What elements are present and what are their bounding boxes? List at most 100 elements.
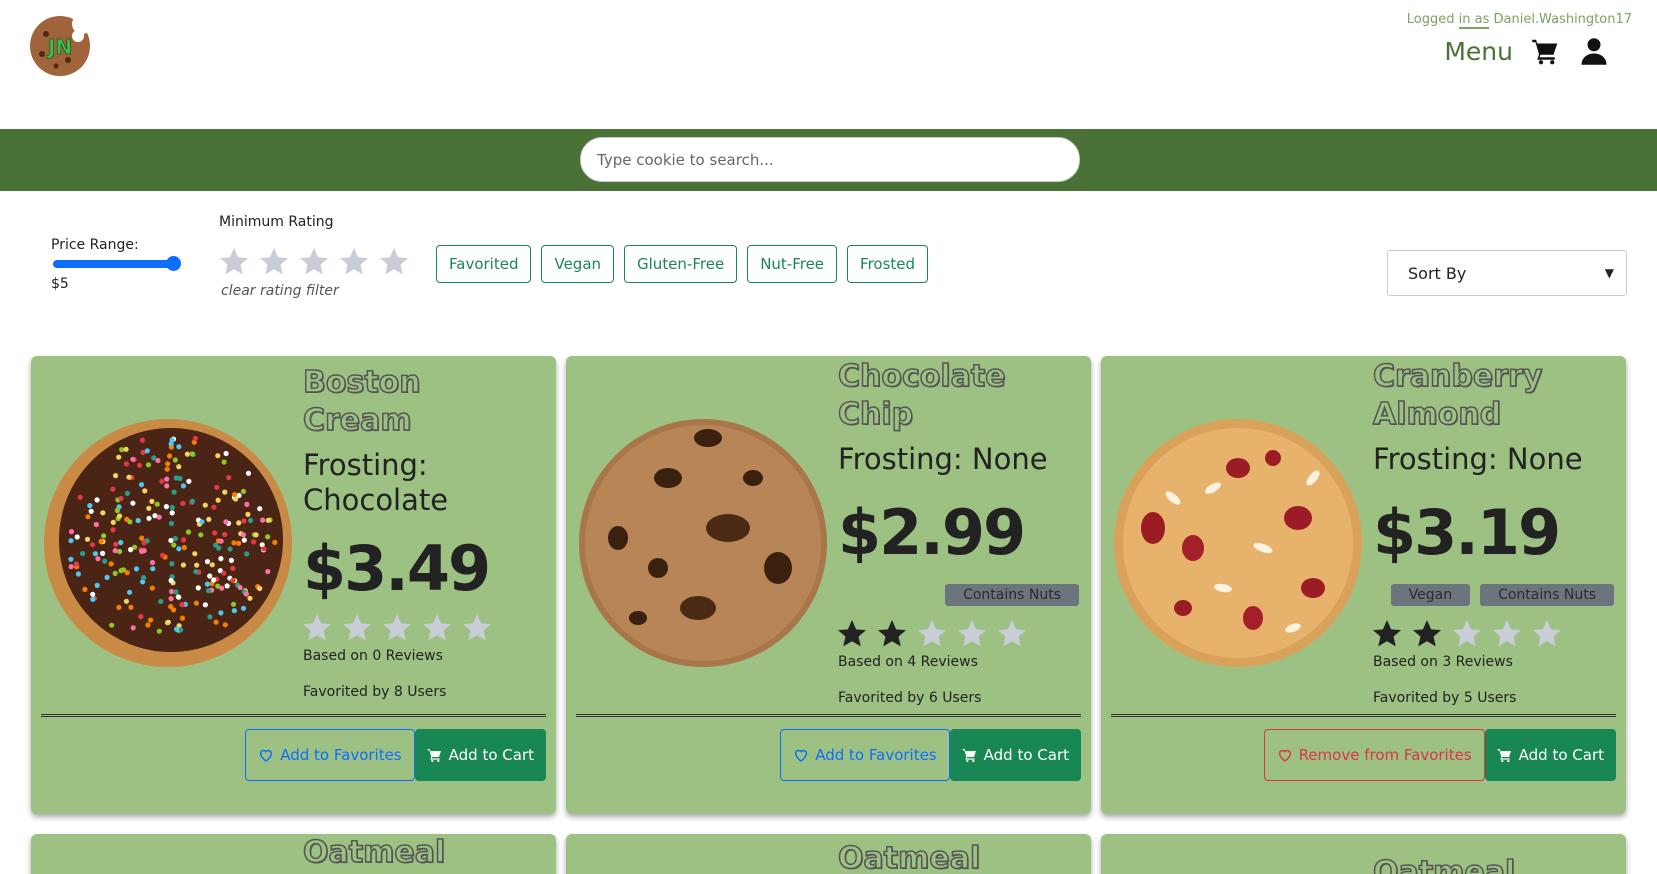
rating-filter-star-icon[interactable] [338, 246, 370, 278]
product-name-line2: Chip [837, 396, 914, 433]
star-empty-icon [1493, 620, 1521, 647]
add-to-favorites-label: Add to Favorites [815, 746, 937, 764]
product-name-line2: Cream [302, 402, 412, 439]
logged-in-user: Daniel.Washington17 [1489, 12, 1632, 27]
product-frosting: Frosting: Chocolate [303, 448, 449, 517]
product-name: Boston Cream [302, 364, 553, 440]
rating-filter-star-icon[interactable] [258, 246, 290, 278]
product-favorited-count: Favorited by 8 Users [303, 684, 447, 700]
price-range-value: $5 [51, 276, 69, 292]
tag-contains-nuts: Contains Nuts [1480, 584, 1614, 606]
chip-nut-free[interactable]: Nut-Free [747, 245, 838, 283]
user-icon[interactable] [1579, 36, 1609, 66]
cart-plus-icon [427, 749, 441, 763]
site-logo[interactable]: JN [28, 14, 92, 78]
add-to-favorites-button[interactable]: Add to Favorites [245, 729, 415, 781]
star-empty-icon [383, 614, 411, 641]
minimum-rating-label: Minimum Rating [219, 214, 334, 230]
star-empty-icon [1533, 620, 1561, 647]
product-name-line2: Almond [1372, 396, 1502, 433]
heart-icon [795, 749, 808, 762]
cranberry-almond-cookie-image [1114, 419, 1362, 667]
product-rating-stars [1371, 618, 1563, 650]
cart-icon[interactable] [1531, 36, 1561, 66]
remove-from-favorites-label: Remove from Favorites [1298, 746, 1472, 764]
product-favorited-count: Favorited by 5 Users [1373, 690, 1517, 706]
star-empty-icon [998, 620, 1026, 647]
logged-in-status: Logged in as Daniel.Washington17 [1406, 12, 1632, 29]
card-divider [576, 714, 1081, 717]
search-bar [0, 129, 1657, 191]
product-reviews: Based on 4 Reviews [838, 654, 978, 670]
boston-cream-cookie-image [44, 419, 292, 667]
menu-link[interactable]: Menu [1444, 37, 1513, 66]
chip-frosted[interactable]: Frosted [847, 245, 929, 283]
cart-plus-icon [962, 749, 976, 763]
add-to-cart-label: Add to Cart [983, 746, 1069, 764]
star-filled-icon [1373, 620, 1401, 647]
add-to-cart-button[interactable]: Add to Cart [949, 729, 1081, 781]
product-tags: Contains Nuts [945, 584, 1079, 606]
product-name-line1: Boston [302, 364, 421, 401]
tag-vegan: Vegan [1390, 584, 1471, 606]
star-empty-icon [463, 614, 491, 641]
product-card: Chocolate Chip Frosting: None $2.99 Cont… [566, 356, 1091, 814]
star-filled-icon [878, 620, 906, 647]
product-name: Chocolate Chip [837, 358, 1088, 434]
price-range-slider[interactable] [53, 260, 179, 268]
star-filled-icon [838, 620, 866, 647]
cart-plus-icon [1497, 749, 1511, 763]
rating-filter-stars [218, 246, 410, 278]
price-range-label: Price Range: [51, 237, 139, 253]
rating-filter-star-icon[interactable] [218, 246, 250, 278]
product-card: Oatmeal [566, 834, 1091, 874]
svg-text:JN: JN [46, 35, 72, 59]
header-nav: Menu [1444, 36, 1609, 66]
star-empty-icon [303, 614, 331, 641]
rating-filter-star-icon[interactable] [298, 246, 330, 278]
product-name: Oatmeal [1372, 854, 1516, 874]
tag-contains-nuts: Contains Nuts [945, 584, 1079, 606]
price-range-thumb[interactable] [166, 256, 181, 271]
product-rating-stars [301, 612, 493, 644]
clear-rating-filter[interactable]: clear rating filter [221, 283, 339, 299]
cookie-logo-icon: JN [30, 14, 92, 76]
product-favorited-count: Favorited by 6 Users [838, 690, 982, 706]
chip-favorited[interactable]: Favorited [436, 245, 532, 283]
chip-gluten-free[interactable]: Gluten-Free [624, 245, 738, 283]
sort-by-select[interactable]: Sort By ▼ [1387, 250, 1627, 296]
rating-filter-star-icon[interactable] [378, 246, 410, 278]
add-to-cart-button[interactable]: Add to Cart [1484, 729, 1616, 781]
add-to-favorites-button[interactable]: Add to Favorites [780, 729, 950, 781]
product-tags: Vegan Contains Nuts [1390, 584, 1614, 606]
product-reviews: Based on 3 Reviews [1373, 654, 1513, 670]
product-reviews: Based on 0 Reviews [303, 648, 443, 664]
product-card: Boston Cream Frosting: Chocolate $3.49 B… [31, 356, 556, 814]
star-filled-icon [1413, 620, 1441, 647]
product-name-line1: Chocolate [837, 358, 1006, 395]
add-to-favorites-label: Add to Favorites [280, 746, 402, 764]
logged-in-prefix: Logged [1406, 12, 1459, 27]
product-name: Cranberry Almond [1372, 358, 1623, 434]
add-to-cart-label: Add to Cart [448, 746, 534, 764]
logged-in-mid: in as [1458, 12, 1490, 29]
remove-from-favorites-button[interactable]: Remove from Favorites [1263, 729, 1485, 781]
product-price: $3.49 [303, 532, 491, 605]
product-rating-stars [836, 618, 1028, 650]
product-card: Oatmeal [1101, 834, 1626, 874]
filter-chips: Favorited Vegan Gluten-Free Nut-Free Fro… [436, 245, 929, 283]
product-price: $3.19 [1373, 496, 1561, 569]
card-divider [1111, 714, 1616, 717]
sort-by-label: Sort By [1408, 263, 1467, 283]
product-price: $2.99 [838, 496, 1026, 569]
product-name: Oatmeal [837, 840, 981, 874]
chip-vegan[interactable]: Vegan [541, 245, 615, 283]
chocolate-chip-cookie-image [579, 419, 827, 667]
star-empty-icon [343, 614, 371, 641]
add-to-cart-button[interactable]: Add to Cart [414, 729, 546, 781]
chevron-down-icon: ▼ [1604, 266, 1614, 280]
star-empty-icon [918, 620, 946, 647]
product-card: Cranberry Almond Frosting: None $3.19 Ve… [1101, 356, 1626, 814]
search-input[interactable] [580, 137, 1080, 182]
product-name: Oatmeal [302, 834, 446, 871]
